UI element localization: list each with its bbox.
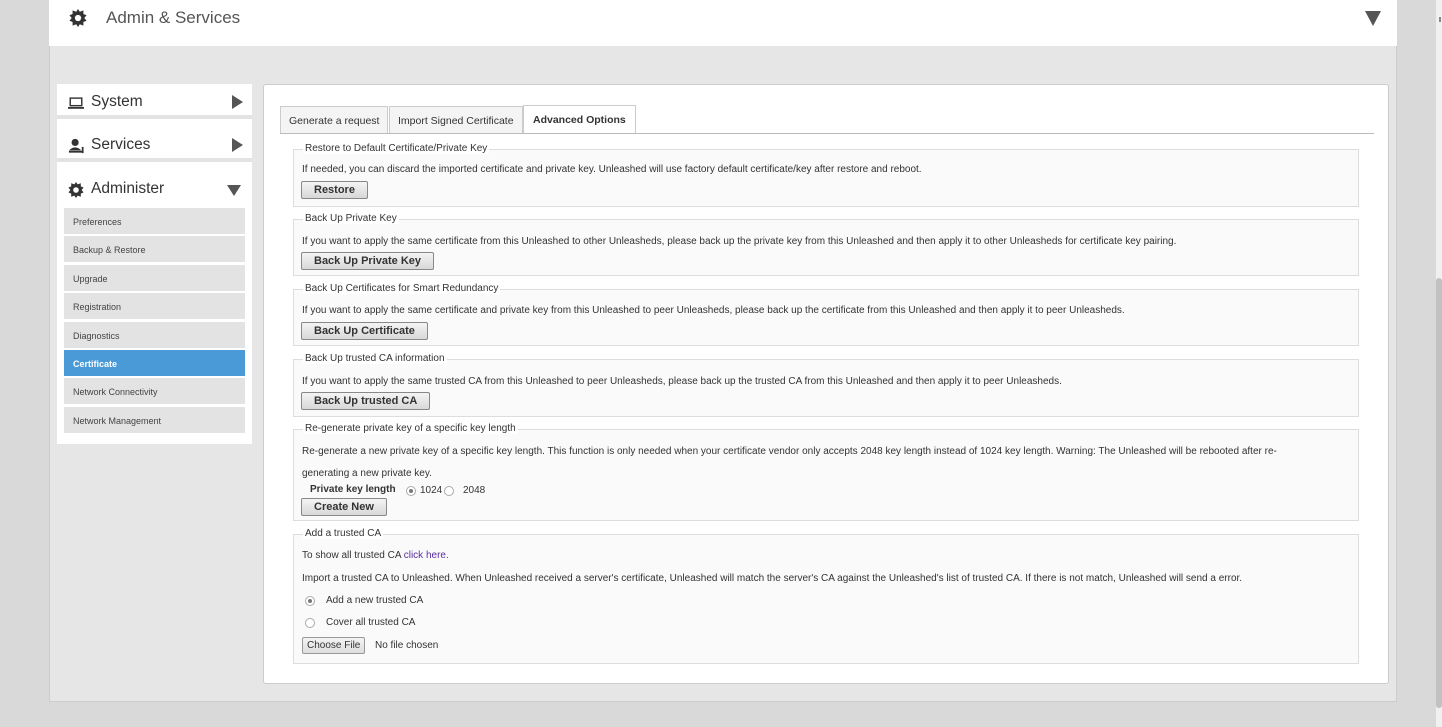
restore-button[interactable]: Restore <box>301 181 368 199</box>
regenerate-key-group: Re-generate private key of a specific ke… <box>293 423 1359 521</box>
tab-import-signed-certificate[interactable]: Import Signed Certificate <box>389 106 523 133</box>
group-legend: Add a trusted CA <box>303 528 384 539</box>
key-length-1024-label: 1024 <box>420 485 443 496</box>
sidebar-section-administer[interactable]: Administer <box>57 171 252 206</box>
choose-file-button[interactable]: Choose File <box>302 637 366 654</box>
gear-icon <box>69 9 87 27</box>
key-length-1024-radio[interactable] <box>406 486 416 496</box>
sidebar-section-system[interactable]: System <box>57 84 252 119</box>
expand-arrow-icon <box>232 95 243 109</box>
group-legend: Back Up Certificates for Smart Redundanc… <box>303 283 501 294</box>
sidebar-section-label: System <box>91 93 143 110</box>
tab-advanced-options[interactable]: Advanced Options <box>523 105 636 134</box>
show-trusted-ca-label: To show all trusted CA <box>302 550 401 561</box>
sidebar-section-services[interactable]: Services <box>57 127 252 162</box>
backup-private-key-group: Back Up Private Key If you want to apply… <box>293 213 1359 276</box>
collapse-arrow-icon <box>227 185 241 196</box>
group-description: If needed, you can discard the imported … <box>302 164 922 175</box>
expand-arrow-icon <box>232 138 243 152</box>
backup-certificate-group: Back Up Certificates for Smart Redundanc… <box>293 283 1359 346</box>
group-description: If you want to apply the same certificat… <box>302 236 1177 247</box>
page-title: Admin & Services <box>106 8 241 27</box>
sidebar-item-backup-restore[interactable]: Backup & Restore <box>64 236 245 262</box>
gear-icon <box>68 182 84 198</box>
create-new-button[interactable]: Create New <box>301 498 387 516</box>
sidebar-item-registration[interactable]: Registration <box>64 293 245 319</box>
add-new-trusted-ca-label: Add a new trusted CA <box>326 595 424 606</box>
scrollbar-thumb[interactable] <box>1436 278 1442 708</box>
backup-trusted-ca-group: Back Up trusted CA information If you wa… <box>293 353 1359 417</box>
group-legend: Back Up trusted CA information <box>303 353 447 364</box>
group-legend: Restore to Default Certificate/Private K… <box>303 143 490 154</box>
key-length-2048-label: 2048 <box>463 485 486 496</box>
file-status: No file chosen <box>375 640 439 651</box>
services-icon <box>68 138 84 154</box>
backup-trusted-ca-button[interactable]: Back Up trusted CA <box>301 392 431 410</box>
sidebar-item-preferences[interactable]: Preferences <box>64 208 245 234</box>
laptop-icon <box>68 97 84 109</box>
sidebar: System Services Administer Preferences B… <box>57 84 252 444</box>
sidebar-item-network-connectivity[interactable]: Network Connectivity <box>64 378 245 404</box>
page-header: Admin & Services <box>49 0 1397 46</box>
certificate-panel: Generate a request Import Signed Certifi… <box>263 84 1389 684</box>
group-description-continued: generating a new private key. <box>302 468 432 479</box>
group-legend: Re-generate private key of a specific ke… <box>303 423 518 434</box>
show-trusted-ca-text: To show all trusted CA click here. <box>302 550 449 561</box>
group-description: Re-generate a new private key of a speci… <box>302 446 1277 457</box>
show-trusted-ca-link[interactable]: click here. <box>404 550 449 561</box>
sidebar-item-upgrade[interactable]: Upgrade <box>64 265 245 291</box>
sidebar-section-label: Services <box>91 136 151 153</box>
key-length-2048-radio[interactable] <box>444 486 454 496</box>
backup-private-key-button[interactable]: Back Up Private Key <box>301 252 434 270</box>
group-description: If you want to apply the same trusted CA… <box>302 376 1062 387</box>
sidebar-item-certificate[interactable]: Certificate <box>64 350 245 376</box>
tab-generate-request[interactable]: Generate a request <box>280 106 389 133</box>
backup-certificate-button[interactable]: Back Up Certificate <box>301 322 428 340</box>
private-key-length-label: Private key length <box>310 484 396 495</box>
tab-divider <box>280 133 1374 134</box>
add-trusted-ca-group: Add a trusted CA To show all trusted CA … <box>293 528 1359 664</box>
sidebar-section-label: Administer <box>91 180 165 197</box>
add-new-trusted-ca-radio[interactable] <box>305 596 315 606</box>
group-description: If you want to apply the same certificat… <box>302 305 1125 316</box>
group-legend: Back Up Private Key <box>303 213 399 224</box>
cover-all-trusted-ca-radio[interactable] <box>305 618 315 628</box>
sidebar-item-diagnostics[interactable]: Diagnostics <box>64 322 245 348</box>
cover-all-trusted-ca-label: Cover all trusted CA <box>326 617 416 628</box>
collapse-header-toggle[interactable] <box>1365 11 1381 26</box>
sidebar-item-network-management[interactable]: Network Management <box>64 407 245 433</box>
scrollbar-marker <box>1439 17 1441 22</box>
group-description: Import a trusted CA to Unleashed. When U… <box>302 573 1243 584</box>
